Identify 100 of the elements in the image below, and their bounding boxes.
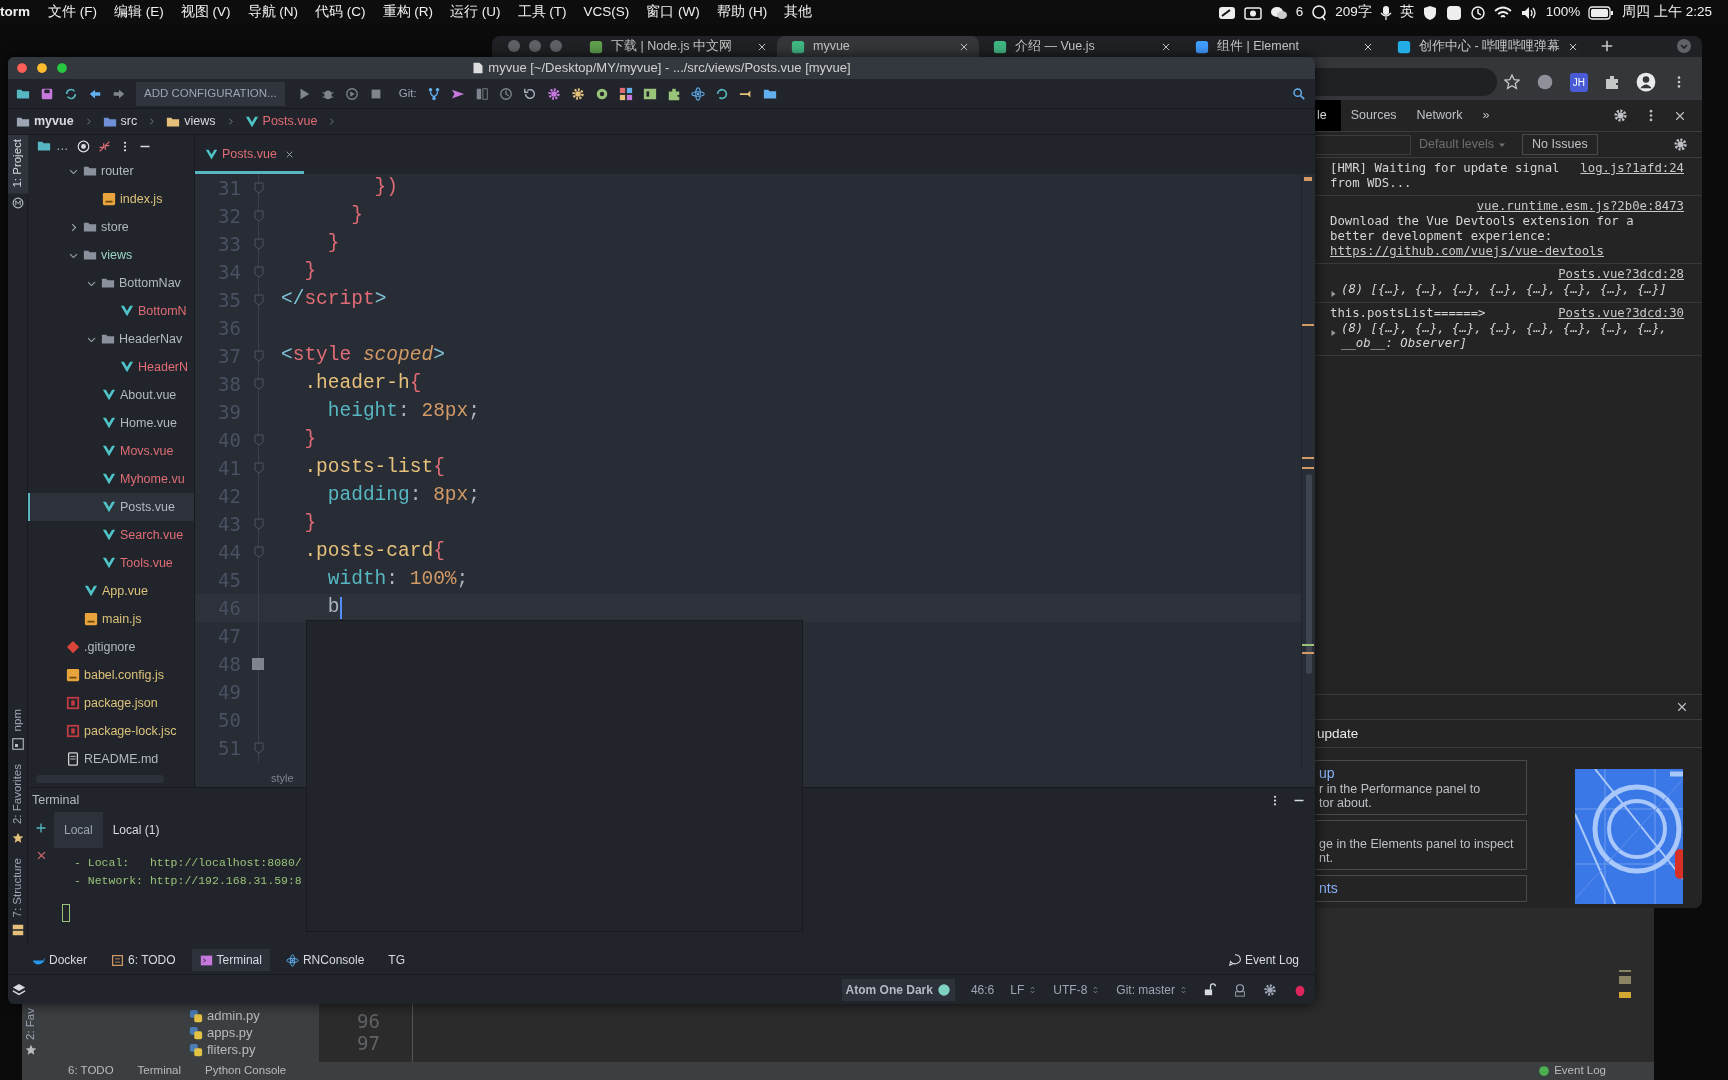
devtools-tab[interactable]: le bbox=[1315, 100, 1341, 131]
atom-icon[interactable] bbox=[690, 86, 705, 101]
tool-window-tab[interactable]: npm bbox=[8, 705, 29, 736]
tool-window-tab[interactable]: Terminal bbox=[191, 949, 270, 971]
puzzle-icon[interactable] bbox=[1604, 74, 1620, 90]
tree-item[interactable]: Home.vue bbox=[28, 409, 194, 437]
close-icon[interactable] bbox=[1568, 41, 1579, 52]
tree-item[interactable]: .gitignore bbox=[28, 633, 194, 661]
browser-tab[interactable]: 创作中心 - 哔哩哔哩弹幕 bbox=[1383, 36, 1589, 57]
tree-item[interactable]: Movs.vue bbox=[28, 437, 194, 465]
fold-marker-icon[interactable] bbox=[254, 462, 264, 474]
battery-icon[interactable] bbox=[1588, 5, 1615, 20]
lock-icon[interactable] bbox=[1204, 983, 1217, 996]
filter-field[interactable] bbox=[1315, 134, 1411, 155]
breadcrumb-item[interactable]: src bbox=[120, 112, 138, 131]
source-link[interactable]: log.js?1afd:24 bbox=[1572, 161, 1684, 176]
more-tabs-button[interactable]: » bbox=[1472, 100, 1500, 131]
menu-item[interactable]: 编辑 (E) bbox=[114, 2, 164, 23]
target-icon[interactable] bbox=[594, 86, 609, 101]
close-icon[interactable] bbox=[1363, 41, 1373, 52]
zoom-window-icon[interactable] bbox=[56, 62, 68, 74]
avatar-icon[interactable] bbox=[1636, 72, 1656, 92]
tree-item[interactable]: index.js bbox=[28, 185, 194, 213]
object-preview[interactable]: (8) [{…}, {…}, {…}, {…}, {…}, {…}, {…}, {…}] bbox=[1341, 282, 1667, 297]
menu-item[interactable]: 窗口 (W) bbox=[646, 2, 700, 23]
target-icon[interactable] bbox=[76, 139, 90, 153]
devtools-tab[interactable]: Network bbox=[1406, 100, 1473, 131]
source-link[interactable]: Posts.vue?3dcd:28 bbox=[1550, 267, 1684, 282]
compare-icon[interactable] bbox=[474, 86, 489, 101]
fold-marker-icon[interactable] bbox=[254, 518, 264, 530]
tool-window-tab[interactable]: Python Console bbox=[205, 1062, 287, 1080]
fold-marker-icon[interactable] bbox=[254, 350, 264, 362]
menu-item[interactable]: 工具 (T) bbox=[517, 2, 567, 23]
tab-search-icon[interactable] bbox=[1676, 38, 1692, 54]
breadcrumb-item[interactable]: style bbox=[195, 770, 1315, 787]
status-text[interactable]: 英 bbox=[1399, 2, 1414, 23]
inspector-icon[interactable] bbox=[1233, 982, 1247, 997]
layers-icon[interactable] bbox=[12, 982, 26, 997]
camera-icon[interactable] bbox=[1243, 4, 1262, 21]
puzzle-icon[interactable] bbox=[666, 86, 681, 101]
tree-item[interactable]: BottomNav bbox=[28, 269, 194, 297]
menu-item[interactable]: 文件 (F) bbox=[48, 2, 97, 23]
tool-window-tab[interactable]: 1: Project bbox=[8, 135, 29, 194]
event-log-button[interactable]: Event Log bbox=[1554, 1062, 1606, 1080]
app-name[interactable]: torm bbox=[0, 2, 30, 23]
tree-item[interactable]: README.md bbox=[28, 745, 194, 773]
browser-tab[interactable]: myvue bbox=[777, 36, 979, 57]
tree-item[interactable]: HeaderN bbox=[28, 353, 194, 381]
tree-item[interactable]: router bbox=[28, 157, 194, 185]
tool-window-tab[interactable]: 7: Structure bbox=[8, 853, 29, 921]
fold-marker-icon[interactable] bbox=[254, 266, 264, 278]
browser-tab[interactable]: 介绍 — Vue.js bbox=[979, 36, 1181, 57]
new-tab-icon[interactable] bbox=[35, 822, 47, 834]
view-selector[interactable]: … bbox=[56, 136, 69, 156]
extension-icon[interactable] bbox=[1535, 73, 1554, 91]
square-marker-icon[interactable] bbox=[252, 658, 264, 670]
breadcrumb-item[interactable]: views bbox=[184, 112, 216, 131]
tool-window-tab[interactable]: 6: TODO bbox=[68, 1062, 114, 1080]
fold-marker-icon[interactable] bbox=[254, 294, 264, 306]
close-icon[interactable] bbox=[1674, 109, 1686, 122]
tree-item[interactable]: babel.config.js bbox=[28, 661, 194, 689]
search-icon[interactable] bbox=[1292, 87, 1305, 100]
folder-icon[interactable] bbox=[36, 139, 52, 153]
star-icon[interactable] bbox=[11, 831, 24, 844]
extension-badge[interactable]: JH bbox=[1569, 72, 1588, 92]
settings-icon[interactable] bbox=[546, 86, 561, 101]
event-log-icon[interactable] bbox=[1538, 1065, 1551, 1077]
window-controls-icon[interactable] bbox=[507, 39, 563, 53]
chart-icon[interactable] bbox=[642, 86, 657, 101]
collapse-icon[interactable] bbox=[97, 139, 111, 153]
status-text[interactable]: 6 bbox=[1295, 2, 1304, 23]
settings-icon[interactable] bbox=[1263, 982, 1277, 997]
fold-marker-icon[interactable] bbox=[254, 210, 264, 222]
close-icon[interactable] bbox=[1161, 41, 1171, 52]
browser-tab[interactable]: 组件 | Element bbox=[1181, 36, 1383, 57]
close-icon[interactable] bbox=[35, 850, 47, 861]
fold-marker-icon[interactable] bbox=[254, 182, 264, 194]
new-tab-icon[interactable] bbox=[1600, 39, 1615, 53]
settings-icon[interactable] bbox=[1613, 108, 1628, 123]
caret-position[interactable]: 46:6 bbox=[970, 980, 995, 999]
branch-icon[interactable] bbox=[426, 86, 441, 101]
menu-item[interactable]: VCS(S) bbox=[583, 2, 630, 23]
close-icon[interactable] bbox=[284, 150, 294, 159]
breadcrumb-item[interactable]: myvue bbox=[34, 112, 74, 131]
status-text[interactable]: 100% bbox=[1545, 2, 1581, 23]
tool-window-tab[interactable]: 6: TODO bbox=[103, 949, 184, 971]
source-link[interactable]: vue.runtime.esm.js?2b0e:8473 bbox=[1468, 199, 1684, 214]
tool-window-tab[interactable]: Terminal bbox=[137, 1062, 182, 1080]
menu-item[interactable]: 运行 (U) bbox=[450, 2, 501, 23]
pen-icon[interactable] bbox=[1217, 4, 1236, 21]
browser-tab[interactable]: 下载 | Node.js 中文网 bbox=[575, 36, 777, 57]
link[interactable]: https://github.com/vuejs/vue-devtools bbox=[1330, 244, 1604, 258]
object-preview[interactable]: (8) [{…}, {…}, {…}, {…}, {…}, {…}, {…}, {…}, __ob__: Observer] bbox=[1341, 321, 1684, 351]
event-log-button[interactable]: Event Log bbox=[1228, 951, 1315, 969]
star-icon[interactable] bbox=[1503, 74, 1520, 90]
fold-marker-icon[interactable] bbox=[254, 434, 264, 446]
tree-item[interactable]: Myhome.vu bbox=[28, 465, 194, 493]
menu-item[interactable]: 导航 (N) bbox=[247, 2, 298, 23]
menu-item[interactable]: 重构 (R) bbox=[382, 2, 433, 23]
status-text[interactable]: 209字 bbox=[1335, 2, 1372, 23]
